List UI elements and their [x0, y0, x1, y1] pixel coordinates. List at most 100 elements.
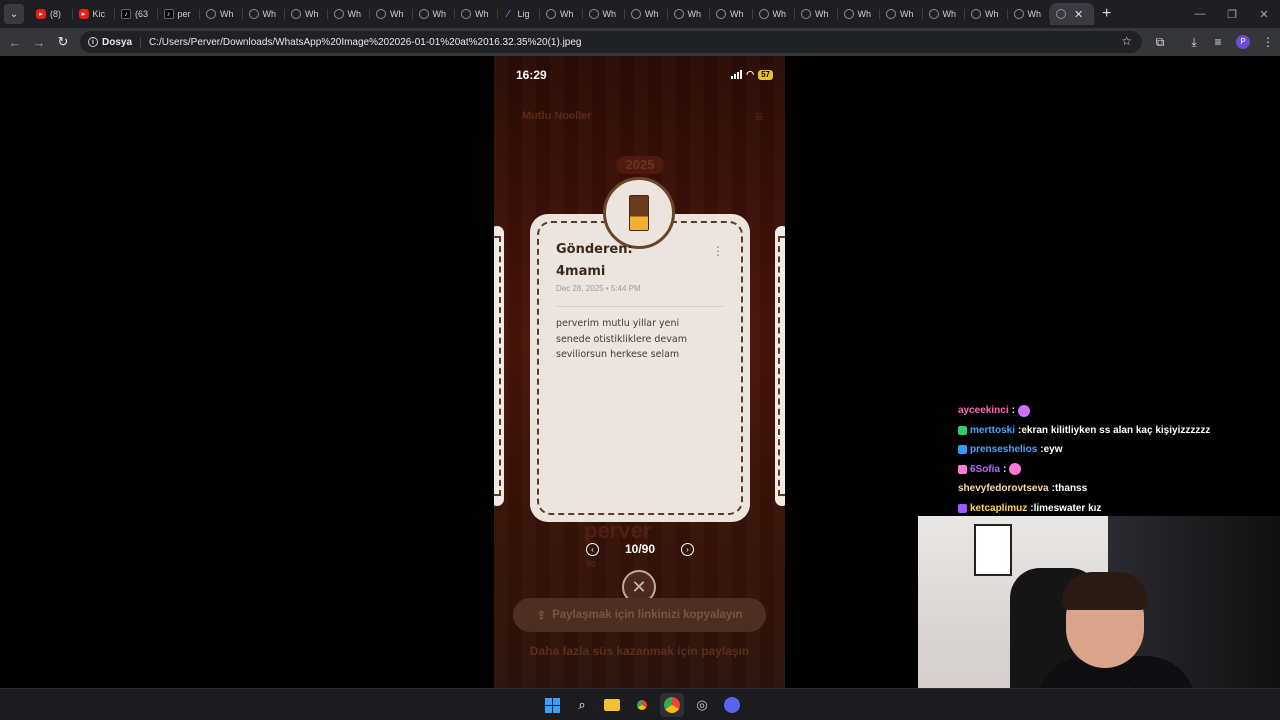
tiktok-icon: ♪	[121, 9, 131, 19]
obs-icon[interactable]: ◎	[690, 693, 714, 717]
whatsapp-icon	[546, 9, 556, 19]
search-icon[interactable]: ⌕	[570, 693, 594, 717]
chat-emote-icon	[1009, 463, 1022, 476]
browser-tab[interactable]: Wh	[753, 3, 796, 25]
chrome-active-icon[interactable]	[660, 693, 684, 717]
browser-tab[interactable]: ▸ Kic	[73, 3, 116, 25]
browser-tab[interactable]: Wh	[285, 3, 328, 25]
toolbar-actions: ⧉ ⤓ ≡ P ⋮	[1148, 28, 1280, 56]
new-tab-button[interactable]: +	[1102, 5, 1111, 23]
browser-tab[interactable]: Wh	[540, 3, 583, 25]
file-explorer-icon[interactable]	[600, 693, 624, 717]
address-bar[interactable]: i Dosya C:/Users/Perver/Downloads/WhatsAp…	[80, 31, 1142, 53]
tab-search-dropdown-icon[interactable]: ⌄	[4, 4, 24, 24]
browser-tab[interactable]: ⁄ Lig	[498, 3, 541, 25]
tab-label: Wh	[857, 9, 872, 19]
site-info-chip[interactable]: i Dosya	[88, 36, 142, 48]
active-browser-tab[interactable]: ✕	[1050, 3, 1094, 25]
tab-label: Wh	[475, 9, 489, 19]
tab-label: Wh	[220, 9, 234, 19]
reading-list-icon[interactable]: ≡	[1206, 35, 1230, 49]
browser-tab[interactable]: Wh	[370, 3, 413, 25]
bookmark-star-icon[interactable]: ☆	[1121, 34, 1132, 48]
minimize-icon[interactable]: —	[1184, 8, 1216, 20]
browser-toolbar: ← → ↻ i Dosya C:/Users/Perver/Downloads/W…	[0, 28, 1280, 56]
chat-username: prenseshelios	[970, 444, 1038, 456]
chrome-icon[interactable]	[630, 693, 654, 717]
chat-emote-icon	[1017, 404, 1030, 417]
ornament-medallion	[603, 177, 675, 249]
whatsapp-icon	[376, 9, 386, 19]
downloads-icon[interactable]: ⤓	[1182, 35, 1206, 50]
browser-tab[interactable]: Wh	[923, 3, 966, 25]
message-text: perverim mutlu yillar yeni senede otisti…	[556, 318, 687, 360]
back-arrow-icon[interactable]: ←	[3, 35, 27, 50]
whatsapp-icon	[673, 9, 684, 19]
close-tab-icon[interactable]: ✕	[1074, 8, 1083, 21]
whatsapp-icon	[928, 9, 939, 19]
whatsapp-icon	[461, 9, 471, 19]
browser-tab[interactable]: Wh	[965, 3, 1008, 25]
browser-tab[interactable]: Wh	[668, 3, 711, 25]
tab-label: Wh	[687, 9, 702, 19]
browser-tab[interactable]: ▸ (8)	[30, 3, 73, 25]
browser-tab[interactable]: Wh	[455, 3, 498, 25]
reload-icon[interactable]: ↻	[51, 34, 75, 50]
wifi-icon: ◠	[746, 69, 755, 79]
browser-tab[interactable]: Wh	[838, 3, 881, 25]
tab-label: Wh	[305, 9, 319, 19]
youtube-icon: ▸	[78, 9, 89, 19]
chat-text: limeswater kız	[1033, 502, 1102, 514]
message-card	[530, 214, 750, 522]
close-window-icon[interactable]: ✕	[1248, 8, 1280, 21]
restore-icon[interactable]: ❐	[1216, 8, 1248, 21]
browser-tab[interactable]: Wh	[1008, 3, 1051, 25]
tab-label: Wh	[602, 9, 617, 19]
chat-username: ayceekinci	[958, 405, 1009, 417]
browser-tab[interactable]: ♪ (63	[115, 3, 158, 25]
wall-picture	[974, 524, 1012, 576]
chat-text: ekran kilitliyken ss alan kaç kişiyizzzz…	[1021, 424, 1211, 436]
browser-tab[interactable]: Wh	[795, 3, 838, 25]
whatsapp-icon	[843, 9, 854, 19]
windows-taskbar: ⌕ ◎	[0, 688, 1280, 720]
profile-avatar[interactable]: P	[1236, 35, 1250, 49]
browser-tab[interactable]: Wh	[880, 3, 923, 25]
chat-username: shevyfedorovtseva	[958, 483, 1049, 495]
sender-name: 4mami	[556, 264, 606, 279]
whatsapp-icon	[758, 9, 769, 19]
browser-tab[interactable]: Wh	[710, 3, 753, 25]
browser-tab[interactable]: ♪ per	[158, 3, 201, 25]
next-arrow-icon: ›	[681, 542, 694, 556]
phone-status-bar: 16:29 ◠ 57	[494, 68, 785, 84]
browser-tab[interactable]: Wh	[328, 3, 371, 25]
windows-start-icon[interactable]	[540, 693, 564, 717]
whatsapp-icon	[291, 9, 301, 19]
url-text[interactable]: C:/Users/Perver/Downloads/WhatsApp%20Ima…	[149, 37, 581, 48]
extensions-icon[interactable]: ⧉	[1148, 35, 1172, 50]
window-controls: — ❐ ✕	[1184, 0, 1280, 28]
browser-tab[interactable]: Wh	[625, 3, 668, 25]
page-count: 10/90	[624, 542, 656, 556]
phone-screenshot: 16:29 ◠ 57 Mutlu Noeller ≡ 2025 ⋮ Gönder…	[494, 56, 785, 688]
whatsapp-icon	[418, 9, 429, 19]
tab-label: Kic	[92, 9, 106, 19]
forward-arrow-icon[interactable]: →	[27, 35, 51, 50]
stream-chat: ayceekinci: merttoski: ekran kilitliyken…	[958, 401, 1278, 518]
browser-tab[interactable]: Wh	[583, 3, 626, 25]
battery-icon: 57	[758, 69, 773, 80]
share-icon: ⇪	[536, 610, 547, 622]
tab-label: Wh	[942, 9, 957, 19]
chat-text: thanss	[1054, 483, 1088, 495]
tab-label: (8)	[50, 9, 61, 19]
browser-tab[interactable]: Wh	[413, 3, 456, 25]
chat-badge-icon	[958, 464, 967, 474]
whatsapp-icon	[248, 9, 259, 19]
browser-tab[interactable]: Wh	[243, 3, 286, 25]
discord-icon[interactable]	[720, 693, 744, 717]
info-icon: i	[88, 37, 98, 47]
share-link-button: ⇪ Paylaşmak için linkinizi kopyalayın	[513, 598, 766, 632]
browser-menu-icon[interactable]: ⋮	[1256, 35, 1280, 49]
browser-tab[interactable]: Wh	[200, 3, 243, 25]
tab-label: Wh	[560, 9, 574, 19]
